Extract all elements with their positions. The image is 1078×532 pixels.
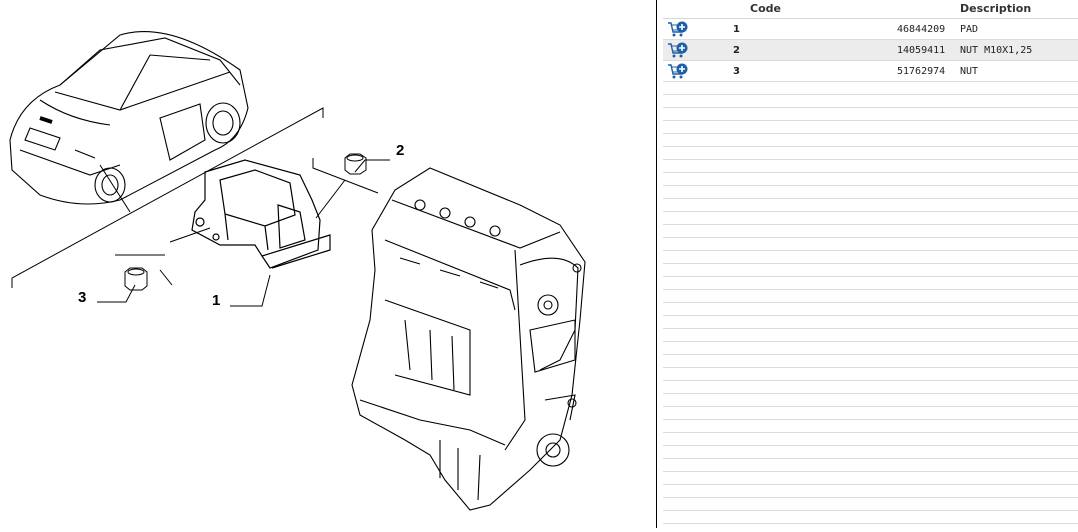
row-code: 14059411 <box>897 45 946 56</box>
nut-part-3 <box>124 267 148 291</box>
empty-row <box>663 121 1078 134</box>
mount-pad-part <box>191 159 331 269</box>
table-row: 1 46844209 PAD <box>663 19 1078 40</box>
empty-row <box>663 459 1078 472</box>
empty-row <box>663 407 1078 420</box>
empty-row <box>663 355 1078 368</box>
empty-row <box>663 368 1078 381</box>
row-description: NUT M10X1,25 <box>960 45 1033 56</box>
row-code: 46844209 <box>897 24 946 35</box>
row-ref: 1 <box>733 24 740 35</box>
empty-row <box>663 498 1078 511</box>
empty-row <box>663 303 1078 316</box>
panel-divider <box>656 0 657 528</box>
empty-row <box>663 264 1078 277</box>
car-illustration <box>9 31 249 205</box>
empty-row <box>663 290 1078 303</box>
empty-row <box>663 394 1078 407</box>
callout-2: 2 <box>396 142 404 159</box>
empty-row <box>663 108 1078 121</box>
row-description: PAD <box>960 24 979 35</box>
diagram-illustration: 1 2 3 <box>9 31 586 511</box>
empty-row <box>663 511 1078 524</box>
table-row: 3 51762974 NUT <box>663 61 1078 82</box>
empty-row <box>663 420 1078 433</box>
cart-add-icon[interactable] <box>667 62 689 80</box>
table-header: Code Description <box>663 0 1078 19</box>
row-code: 51762974 <box>897 66 946 77</box>
engine-illustration <box>351 167 586 511</box>
empty-row <box>663 381 1078 394</box>
empty-row <box>663 95 1078 108</box>
parts-diagram: 1 2 3 <box>0 0 656 528</box>
column-header-code: Code <box>750 2 781 15</box>
row-ref: 2 <box>733 45 740 56</box>
callout-1: 1 <box>212 292 220 309</box>
callout-3: 3 <box>78 289 86 306</box>
empty-row <box>663 225 1078 238</box>
cart-add-icon[interactable] <box>667 41 689 59</box>
empty-row <box>663 160 1078 173</box>
column-header-description: Description <box>960 2 1032 15</box>
empty-row <box>663 446 1078 459</box>
table-row: 2 14059411 NUT M10X1,25 <box>663 40 1078 61</box>
empty-row <box>663 199 1078 212</box>
empty-row <box>663 147 1078 160</box>
empty-row <box>663 329 1078 342</box>
empty-row <box>663 251 1078 264</box>
empty-row <box>663 134 1078 147</box>
empty-row <box>663 433 1078 446</box>
empty-row <box>663 186 1078 199</box>
empty-row <box>663 173 1078 186</box>
row-ref: 3 <box>733 66 740 77</box>
empty-row <box>663 472 1078 485</box>
empty-row <box>663 342 1078 355</box>
cart-add-icon[interactable] <box>667 20 689 38</box>
empty-row <box>663 82 1078 95</box>
empty-row <box>663 316 1078 329</box>
parts-table: Code Description 1 46844209 PAD 2 140594… <box>663 0 1078 528</box>
empty-row <box>663 238 1078 251</box>
empty-row <box>663 277 1078 290</box>
empty-row <box>663 485 1078 498</box>
empty-row <box>663 212 1078 225</box>
row-description: NUT <box>960 66 979 77</box>
empty-rows <box>663 82 1078 524</box>
